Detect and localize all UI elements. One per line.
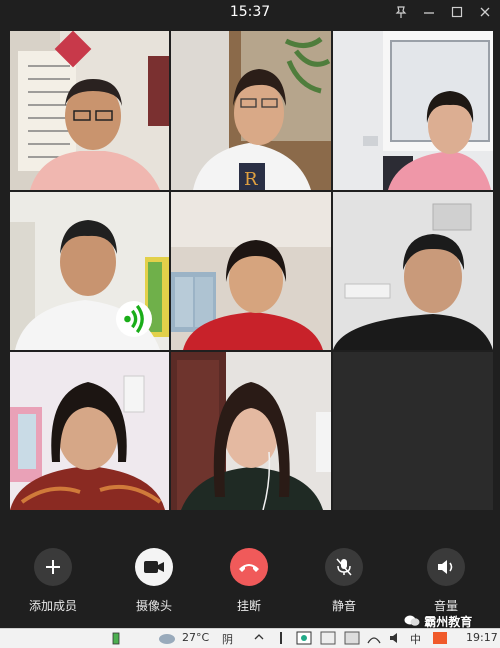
add-member-label: 添加成员 [28, 599, 77, 613]
participant-video-4[interactable] [10, 192, 169, 350]
tray-app-icon-2[interactable] [320, 631, 336, 648]
plus-icon[interactable] [34, 548, 72, 586]
tray-app-icon-3[interactable] [344, 631, 360, 648]
speaking-indicator [116, 301, 152, 337]
pen-icon[interactable] [276, 631, 286, 648]
hang-up-label: 挂断 [236, 599, 261, 613]
tray-app-icon-4[interactable] [432, 631, 448, 648]
weather-condition[interactable]: 阴 [222, 631, 233, 647]
participant-video-2[interactable]: R [171, 31, 331, 190]
pin-icon[interactable] [394, 5, 408, 19]
watermark-label: 霸州教育 [424, 615, 473, 629]
system-clock[interactable]: 19:17 [466, 631, 498, 644]
system-taskbar: 27°C 阴 中 19:17 [0, 628, 500, 648]
ime-indicator[interactable]: 中 [410, 631, 421, 647]
close-icon[interactable] [478, 5, 492, 19]
empty-video-slot [333, 352, 493, 510]
network-icon[interactable] [366, 631, 382, 648]
minimize-icon[interactable] [422, 5, 436, 19]
call-controls: 添加成员 摄像头 挂断 静音 音量 [0, 540, 500, 615]
participant-video-8[interactable] [171, 352, 331, 510]
camera-label: 摄像头 [135, 599, 172, 613]
weather-cloud-icon[interactable] [158, 631, 176, 648]
speaker-icon[interactable] [427, 548, 465, 586]
volume-label: 音量 [433, 599, 458, 613]
tray-app-icon-1[interactable] [296, 631, 312, 648]
maximize-icon[interactable] [450, 5, 464, 19]
participant-video-3[interactable] [333, 31, 493, 190]
chevron-up-icon[interactable] [254, 631, 264, 646]
participant-video-1[interactable] [10, 31, 169, 190]
audio-wave-icon [124, 304, 144, 334]
hang-up-button[interactable]: 挂断 [209, 540, 289, 614]
video-camera-icon[interactable] [135, 548, 173, 586]
muted-microphone-icon[interactable] [325, 548, 363, 586]
volume-button[interactable]: 音量 [406, 540, 486, 614]
mute-button[interactable]: 静音 [304, 540, 384, 614]
camera-button[interactable]: 摄像头 [114, 540, 194, 614]
participant-video-6[interactable] [333, 192, 493, 350]
hang-up-phone-icon[interactable] [230, 548, 268, 586]
mute-label: 静音 [331, 599, 356, 613]
window-titlebar: 15:37 [0, 0, 500, 26]
battery-icon[interactable] [110, 631, 122, 648]
video-grid: R [10, 31, 493, 511]
weather-temperature[interactable]: 27°C [182, 631, 209, 644]
add-member-button[interactable]: 添加成员 [13, 540, 93, 614]
volume-tray-icon[interactable] [388, 631, 404, 648]
participant-video-7[interactable] [10, 352, 169, 510]
participant-video-5[interactable] [171, 192, 331, 350]
svg-text:R: R [244, 169, 258, 190]
